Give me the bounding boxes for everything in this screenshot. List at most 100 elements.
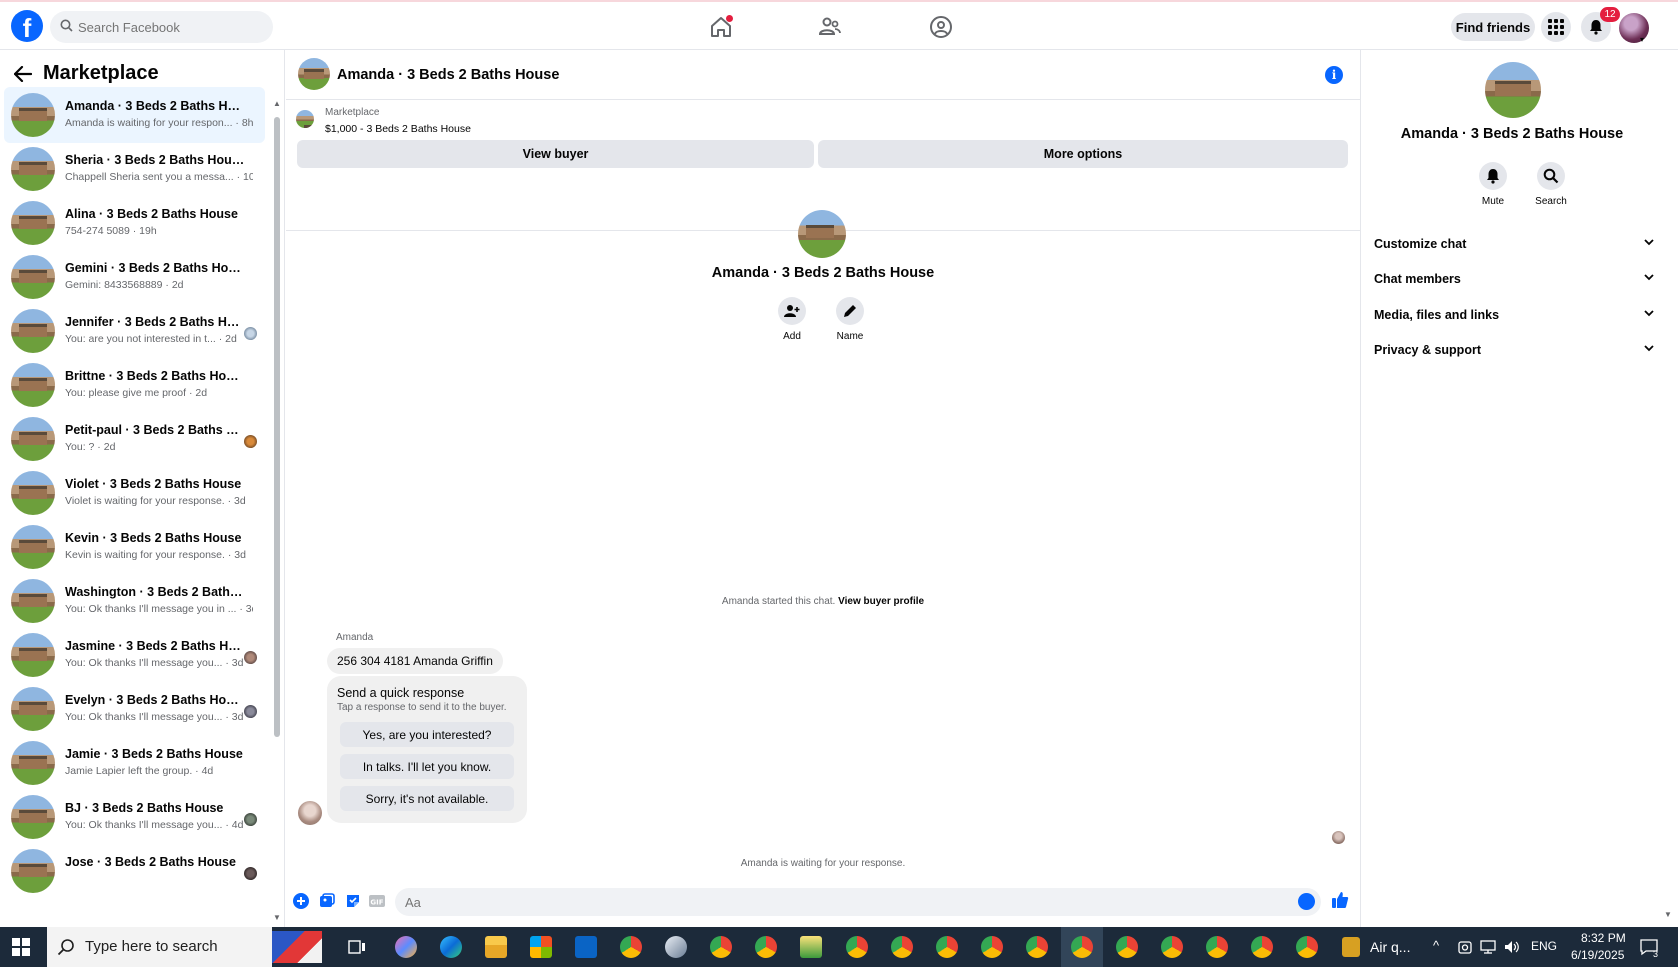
gif-icon[interactable]: GIF (368, 892, 386, 910)
conversation-item[interactable]: Sheria · 3 Beds 2 Baths House Chappell S… (4, 141, 265, 197)
conversation-snippet: 754-274 5089 · 19h (65, 225, 157, 237)
conversation-item[interactable]: BJ · 3 Beds 2 Baths House You: Ok thanks… (4, 789, 265, 845)
facebook-logo[interactable]: f (11, 10, 43, 42)
conversation-item[interactable]: Washington · 3 Beds 2 Baths Ho... You: O… (4, 573, 265, 629)
plus-circle-icon[interactable] (292, 892, 310, 910)
conversation-item[interactable]: Gemini · 3 Beds 2 Baths House Gemini: 84… (4, 249, 265, 305)
search-input[interactable] (76, 11, 266, 43)
view-buyer-button[interactable]: View buyer (297, 140, 814, 168)
facebook-search[interactable] (50, 11, 273, 43)
mute-button[interactable]: Mute (1470, 162, 1516, 207)
chrome-icon[interactable] (620, 936, 642, 958)
quick-response-button[interactable]: Sorry, it's not available. (340, 786, 514, 811)
chrome-window-icon[interactable] (936, 936, 958, 958)
seen-avatar (1332, 831, 1345, 844)
chrome-window-icon[interactable] (846, 936, 868, 958)
add-member-button[interactable]: Add (772, 297, 812, 342)
thumbs-up-icon[interactable] (1331, 891, 1349, 909)
row-label: Privacy & support (1374, 343, 1481, 357)
camera-icon[interactable] (1458, 939, 1472, 955)
back-arrow-icon[interactable] (14, 66, 32, 82)
notes-app-icon[interactable] (800, 936, 822, 958)
scroll-down-icon[interactable]: ▼ (273, 913, 281, 922)
app-icon[interactable] (665, 936, 687, 958)
chrome-window-icon[interactable] (1206, 936, 1228, 958)
conversation-item[interactable]: Alina · 3 Beds 2 Baths House 754-274 508… (4, 195, 265, 251)
volume-icon[interactable] (1504, 939, 1520, 955)
conversation-item[interactable]: Kevin · 3 Beds 2 Baths House Kevin is wa… (4, 519, 265, 575)
task-view-icon[interactable] (348, 938, 366, 956)
conversation-item[interactable]: Jose · 3 Beds 2 Baths House (4, 843, 265, 899)
quick-response-subtitle: Tap a response to send it to the buyer. (337, 702, 507, 713)
conversation-item[interactable]: Brittne · 3 Beds 2 Baths House You: plea… (4, 357, 265, 413)
bell-icon (1487, 169, 1499, 184)
quick-response-button[interactable]: Yes, are you interested? (340, 722, 514, 747)
chrome-window-icon[interactable] (1116, 936, 1138, 958)
microsoft-store-icon[interactable] (530, 936, 552, 958)
windows-taskbar: Type here to search Air q... ^ ENG 8:32 … (0, 927, 1678, 967)
chrome-window-icon[interactable] (1071, 936, 1093, 958)
sticker-icon[interactable] (344, 892, 362, 910)
chrome-window-icon[interactable] (1296, 936, 1318, 958)
chat-members-row[interactable]: Chat members (1374, 263, 1654, 295)
clock-date[interactable]: 6/19/2025 (1571, 948, 1624, 962)
find-friends-button[interactable]: Find friends (1451, 13, 1535, 41)
conversation-snippet: You: Ok thanks I'll message you in ... ·… (65, 603, 253, 615)
customize-chat-row[interactable]: Customize chat (1374, 228, 1654, 260)
taskbar-search[interactable]: Type here to search (47, 927, 272, 967)
page-title: Marketplace (43, 62, 159, 84)
chrome-profile-icon[interactable] (710, 936, 732, 958)
scroll-up-icon[interactable]: ▲ (273, 99, 281, 108)
outlook-icon[interactable] (575, 936, 597, 958)
profile-avatar[interactable] (1619, 13, 1649, 43)
scroll-down-icon[interactable]: ▼ (1664, 910, 1672, 919)
chrome-window-icon[interactable] (1026, 936, 1048, 958)
weather-icon[interactable] (1342, 937, 1360, 957)
chat-details-panel: Amanda · 3 Beds 2 Baths House Mute Searc… (1360, 50, 1678, 927)
chrome-window-icon[interactable] (981, 936, 1003, 958)
emoji-icon[interactable] (1298, 893, 1315, 910)
message-input[interactable] (395, 888, 1321, 916)
listing-thumbnail (11, 255, 55, 299)
search-highlight-art[interactable] (272, 931, 322, 963)
scrollbar-thumb[interactable] (274, 117, 280, 737)
media-files-links-row[interactable]: Media, files and links (1374, 299, 1654, 331)
menu-button[interactable] (1541, 12, 1571, 42)
chat-thumbnail[interactable] (298, 58, 330, 90)
chrome-window-icon[interactable] (1251, 936, 1273, 958)
chrome-window-icon[interactable] (1161, 936, 1183, 958)
conversation-item[interactable]: Jasmine · 3 Beds 2 Baths House You: Ok t… (4, 627, 265, 683)
quick-response-button[interactable]: In talks. I'll let you know. (340, 754, 514, 779)
photo-icon[interactable] (318, 892, 336, 910)
conversation-item[interactable]: Jamie · 3 Beds 2 Baths House Jamie Lapie… (4, 735, 265, 791)
groups-icon[interactable] (928, 14, 954, 40)
conversation-item[interactable]: Jennifer · 3 Beds 2 Baths House You: are… (4, 303, 265, 359)
clock-time[interactable]: 8:32 PM (1581, 931, 1626, 945)
conversation-item[interactable]: Violet · 3 Beds 2 Baths House Violet is … (4, 465, 265, 521)
language-indicator[interactable]: ENG (1531, 939, 1557, 953)
sidebar-scrollbar[interactable]: ▲ ▼ (273, 99, 281, 925)
chrome-window-icon[interactable] (891, 936, 913, 958)
file-explorer-icon[interactable] (485, 936, 507, 958)
conversation-item[interactable]: Amanda · 3 Beds 2 Baths House Amanda is … (4, 87, 265, 143)
message-bubble[interactable]: 256 304 4181 Amanda Griffin (327, 648, 503, 674)
conversation-item[interactable]: Evelyn · 3 Beds 2 Baths House You: Ok th… (4, 681, 265, 737)
more-options-button[interactable]: More options (818, 140, 1348, 168)
windows-start-icon[interactable] (12, 938, 30, 956)
chrome-profile-icon[interactable] (755, 936, 777, 958)
chat-title[interactable]: Amanda · 3 Beds 2 Baths House (337, 67, 559, 83)
weather-text[interactable]: Air q... (1370, 939, 1410, 955)
listing-title[interactable]: $1,000 - 3 Beds 2 Baths House (325, 123, 471, 135)
friends-icon[interactable] (817, 14, 843, 40)
sender-avatar[interactable] (298, 801, 322, 825)
network-icon[interactable] (1480, 939, 1496, 955)
info-icon[interactable]: i (1325, 66, 1343, 84)
view-buyer-profile-link[interactable]: View buyer profile (838, 596, 924, 607)
conversation-item[interactable]: Petit-paul · 3 Beds 2 Baths Ho... You: ?… (4, 411, 265, 467)
search-in-chat-button[interactable]: Search (1528, 162, 1574, 207)
edge-browser-icon[interactable] (440, 936, 462, 958)
chevron-up-icon[interactable]: ^ (1433, 938, 1439, 953)
copilot-icon[interactable] (395, 936, 417, 958)
edit-name-button[interactable]: Name (830, 297, 870, 342)
privacy-support-row[interactable]: Privacy & support (1374, 334, 1654, 366)
